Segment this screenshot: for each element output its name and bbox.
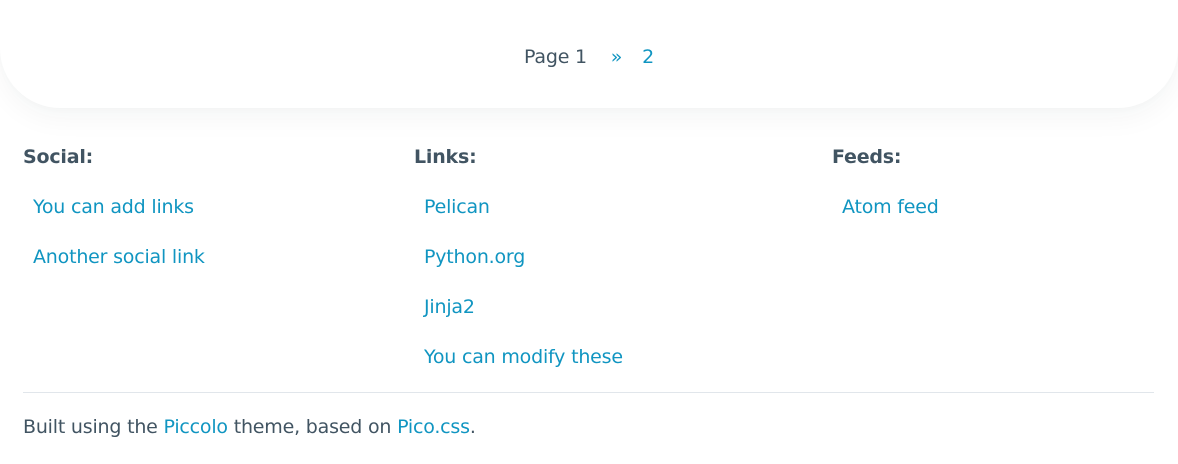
atom-feed-link[interactable]: Atom feed bbox=[842, 196, 939, 218]
pagination-card: Page 1 » 2 bbox=[0, 0, 1178, 108]
feeds-list: Atom feed bbox=[832, 195, 939, 245]
link-modify-these[interactable]: You can modify these bbox=[424, 346, 623, 368]
feeds-heading: Feeds: bbox=[832, 146, 902, 168]
piccolo-theme-link[interactable]: Piccolo bbox=[164, 416, 229, 438]
current-page-label: Page 1 bbox=[524, 46, 587, 68]
credit-prefix: Built using the bbox=[23, 416, 158, 438]
list-item: Another social link bbox=[33, 245, 205, 295]
list-item: Python.org bbox=[424, 245, 623, 295]
social-link-another[interactable]: Another social link bbox=[33, 246, 205, 268]
social-links-list: You can add links Another social link bbox=[23, 195, 205, 295]
link-python-org[interactable]: Python.org bbox=[424, 246, 525, 268]
list-item: Jinja2 bbox=[424, 295, 623, 345]
footer-social-column: Social: You can add links Another social… bbox=[23, 145, 205, 295]
list-item: You can add links bbox=[33, 195, 205, 245]
credit-suffix: . bbox=[469, 416, 476, 438]
page-2-link[interactable]: 2 bbox=[642, 46, 654, 68]
list-item: Pelican bbox=[424, 195, 623, 245]
links-list: Pelican Python.org Jinja2 You can modify… bbox=[414, 195, 623, 395]
footer-divider bbox=[23, 392, 1154, 393]
links-heading: Links: bbox=[414, 146, 477, 168]
credit-middle: theme, based on bbox=[233, 416, 392, 438]
list-item: You can modify these bbox=[424, 345, 623, 395]
pico-css-link[interactable]: Pico.css bbox=[397, 416, 470, 438]
footer-feeds-column: Feeds: Atom feed bbox=[832, 145, 939, 245]
social-heading: Social: bbox=[23, 146, 94, 168]
link-pelican[interactable]: Pelican bbox=[424, 196, 490, 218]
list-item: Atom feed bbox=[842, 195, 939, 245]
footer-links-column: Links: Pelican Python.org Jinja2 You can… bbox=[414, 145, 623, 395]
next-page-arrow-link[interactable]: » bbox=[611, 46, 623, 68]
link-jinja2[interactable]: Jinja2 bbox=[424, 296, 475, 318]
footer-credit: Built using the Piccolo theme, based on … bbox=[23, 415, 476, 439]
pagination: Page 1 » 2 bbox=[0, 45, 1178, 69]
social-link-add-links[interactable]: You can add links bbox=[33, 196, 194, 218]
